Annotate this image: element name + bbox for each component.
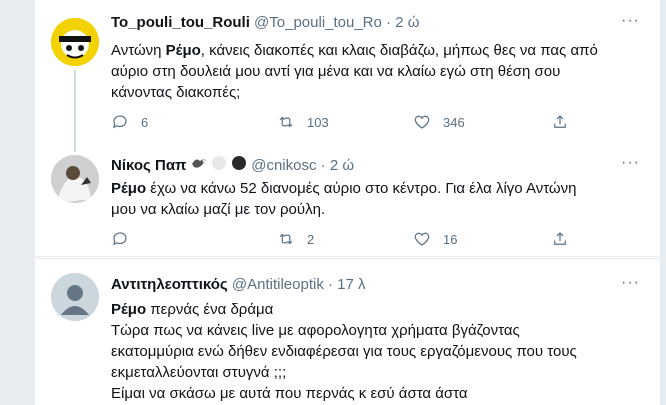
tweet-actions: 2 16 (111, 230, 566, 250)
text-line: Ρέμο έχω να κάνω 52 διανομές αύριο στο κ… (111, 180, 577, 197)
reply-icon (113, 232, 127, 246)
timestamp[interactable]: 2 ώ (330, 157, 354, 174)
reply-button[interactable]: 6 (111, 113, 148, 131)
tweet-text: Αντώνη Ρέμο, κάνεις διακοπές και κλαις δ… (111, 40, 641, 103)
like-count: 346 (443, 114, 465, 130)
tweet[interactable]: Αντιτηλεοπτικός @Antitileoptik · 17 λ ··… (35, 258, 660, 405)
share-button[interactable] (551, 230, 569, 248)
retweet-icon (279, 233, 293, 245)
retweet-icon (279, 116, 293, 128)
text-line: Αντώνη Ρέμο, κάνεις διακοπές και κλαις δ… (111, 42, 598, 59)
text-line: μου να κλαίω μαζί με τον ρούλη. (111, 201, 326, 218)
retweet-count: 2 (307, 231, 315, 247)
like-count: 16 (443, 231, 458, 247)
heart-icon (414, 115, 430, 129)
text-line: Είμαι να σκάσω με αυτά που περνάς κ εσύ … (111, 385, 468, 402)
separator: · (386, 14, 392, 31)
default-avatar-icon[interactable] (51, 273, 99, 321)
white-circle-icon (211, 155, 227, 177)
share-icon (554, 232, 566, 245)
mention: Ρέμο (111, 301, 147, 318)
text-line: Ρέμο περνάς ένα δράμα (111, 301, 274, 318)
author-name[interactable]: To_pouli_tou_Rouli (111, 14, 250, 31)
text-line: αύριο στη δουλειά μου αντί για μένα και … (111, 63, 561, 80)
reply-icon (113, 115, 127, 129)
more-options-icon[interactable]: ··· (621, 154, 640, 172)
reply-button[interactable] (111, 230, 141, 248)
separator: · (328, 276, 333, 293)
retweet-button[interactable]: 2 (277, 230, 314, 248)
timestamp[interactable]: 2 ώ (395, 14, 419, 31)
author-handle[interactable]: @Antitileoptik (232, 276, 324, 293)
like-button[interactable]: 16 (413, 230, 457, 248)
more-options-icon[interactable]: ··· (621, 12, 640, 30)
retweet-button[interactable]: 103 (277, 113, 329, 131)
heart-icon (414, 232, 430, 246)
avatar[interactable] (51, 155, 99, 203)
share-icon (554, 115, 566, 128)
tweet-header: To_pouli_tou_Rouli @To_pouli_tou_Ro · 2 … (111, 13, 419, 33)
tweet-header: Νίκος Παπ @cnikosc · 2 ώ (111, 155, 354, 177)
text-line: κάνοντας διακοπές; (111, 84, 241, 101)
more-options-icon[interactable]: ··· (621, 274, 640, 292)
tweet[interactable]: To_pouli_tou_Rouli @To_pouli_tou_Ro · 2 … (35, 0, 660, 152)
thread-line (74, 70, 76, 152)
timeline: To_pouli_tou_Rouli @To_pouli_tou_Ro · 2 … (34, 0, 661, 405)
reply-count: 6 (141, 114, 149, 130)
author-handle[interactable]: @cnikosc (251, 157, 316, 174)
tweet-text: Ρέμο περνάς ένα δράμα Τώρα πως να κάνεις… (111, 299, 641, 404)
text-line: Τώρα πως να κάνεις live με αφορολογητα χ… (111, 322, 520, 339)
author-name[interactable]: Αντιτηλεοπτικός (111, 276, 228, 293)
text-line: εκατομμύρια ενώ δήθεν ενδιαφέρεσαι για τ… (111, 343, 577, 360)
tweet-actions: 6 103 346 (111, 113, 566, 133)
mention: Ρέμο (165, 42, 201, 59)
mention: Ρέμο (111, 180, 147, 197)
text-line: εκμεταλλεύονται στυγνά ;;; (111, 364, 287, 381)
black-circle-icon (231, 155, 247, 177)
avatar[interactable] (51, 18, 99, 66)
author-name[interactable]: Νίκος Παπ (111, 157, 187, 174)
author-handle[interactable]: @To_pouli_tou_Ro (254, 14, 382, 31)
separator: · (320, 156, 326, 174)
tweet-header: Αντιτηλεοπτικός @Antitileoptik · 17 λ (111, 275, 366, 295)
share-button[interactable] (551, 113, 569, 131)
eagle-emoji-icon (191, 156, 207, 176)
tweet[interactable]: Νίκος Παπ @cnikosc · 2 ώ ··· Ρέμο έχω να… (35, 142, 660, 257)
like-button[interactable]: 346 (413, 113, 465, 131)
timestamp[interactable]: 17 λ (337, 276, 365, 293)
retweet-count: 103 (307, 114, 329, 130)
tweet-text: Ρέμο έχω να κάνω 52 διανομές αύριο στο κ… (111, 178, 641, 220)
